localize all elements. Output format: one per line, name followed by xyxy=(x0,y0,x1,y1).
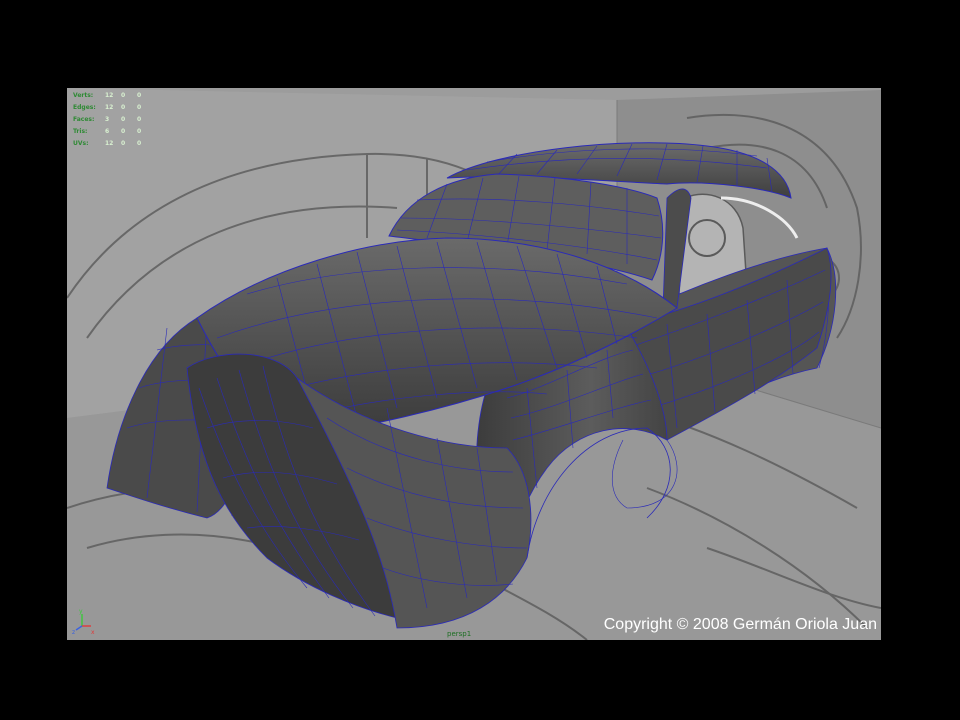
hud-value: 0 xyxy=(121,92,126,99)
perspective-viewport[interactable]: Verts: 12 0 0 Edges: 12 0 0 Faces: 3 0 0 Tris: 6 0 0 UVs… xyxy=(67,88,881,640)
axis-z-label: z xyxy=(72,629,75,634)
hud-row: Tris: 6 0 0 xyxy=(73,126,153,138)
viewport-scene xyxy=(67,88,881,640)
axis-x-label: x xyxy=(91,629,95,634)
poly-count-hud: Verts: 12 0 0 Edges: 12 0 0 Faces: 3 0 0 Tris: 6 0 0 UVs… xyxy=(73,90,153,150)
hud-label: Edges: xyxy=(73,104,96,111)
hud-value: 0 xyxy=(121,104,126,111)
camera-label: persp1 xyxy=(447,630,472,638)
hud-row: Edges: 12 0 0 xyxy=(73,102,153,114)
hud-row: UVs: 12 0 0 xyxy=(73,138,153,150)
hud-value: 0 xyxy=(121,128,126,135)
hud-value: 0 xyxy=(137,92,142,99)
copyright-text: Copyright © 2008 Germán Oriola Juan xyxy=(603,616,877,633)
hud-label: Tris: xyxy=(73,128,88,135)
hud-label: Verts: xyxy=(73,92,94,99)
axis-gizmo-icon: y z x xyxy=(72,608,95,634)
hud-value: 12 xyxy=(105,140,114,147)
hud-value: 0 xyxy=(137,116,142,123)
hud-label: UVs: xyxy=(73,140,89,147)
hud-value: 0 xyxy=(121,116,126,123)
hud-label: Faces: xyxy=(73,116,95,123)
hud-value: 0 xyxy=(121,140,126,147)
hud-value: 0 xyxy=(137,140,142,147)
hud-value: 3 xyxy=(105,116,110,123)
hud-row: Faces: 3 0 0 xyxy=(73,114,153,126)
hud-value: 12 xyxy=(105,104,114,111)
axis-y-label: y xyxy=(79,608,83,615)
hud-value: 12 xyxy=(105,92,114,99)
hud-value: 6 xyxy=(105,128,110,135)
hud-value: 0 xyxy=(137,128,142,135)
hud-row: Verts: 12 0 0 xyxy=(73,90,153,102)
hud-value: 0 xyxy=(137,104,142,111)
